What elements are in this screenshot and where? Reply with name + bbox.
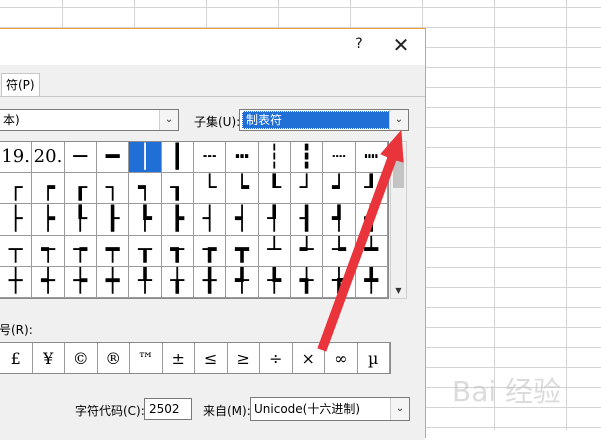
symbol-cell[interactable]: ┃ (161, 142, 194, 174)
symbol-cell[interactable]: ┨ (290, 204, 324, 236)
symbol-cell[interactable]: ┰ (129, 235, 162, 267)
scroll-thumb[interactable] (393, 158, 404, 188)
symbol-cell[interactable]: ┱ (161, 235, 194, 267)
symbol-cell[interactable]: ┈ (323, 142, 356, 174)
symbol-cell[interactable]: ┾ (64, 266, 97, 298)
symbol-cell[interactable]: ┿ (96, 266, 130, 298)
symbol-cell[interactable]: ┌ (0, 173, 33, 205)
subset-dropdown-value: 制表符 (242, 111, 390, 129)
symbol-cell[interactable]: ┠ (96, 204, 130, 236)
symbol-cell[interactable]: ╀ (129, 266, 162, 298)
symbol-cell[interactable]: ┬ (0, 235, 33, 267)
symbol-cell[interactable]: ┖ (258, 173, 291, 205)
chevron-down-icon[interactable]: ⌄ (390, 398, 409, 420)
symbol-cell[interactable]: ┶ (323, 235, 356, 267)
symbol-cell[interactable]: └ (193, 173, 227, 205)
symbol-cell[interactable]: ┍ (32, 173, 65, 205)
close-button[interactable]: ✕ (389, 33, 413, 57)
symbol-cell[interactable]: ╇ (355, 266, 388, 298)
symbol-grid-scrollbar[interactable]: ▲ ▼ (390, 141, 407, 299)
recent-symbol-cell[interactable]: © (65, 343, 98, 373)
chevron-down-icon[interactable]: ⌄ (389, 110, 408, 130)
scroll-up-icon[interactable]: ▲ (391, 142, 406, 156)
dialog-titlebar: ? ✕ (0, 29, 425, 65)
symbol-cell[interactable]: ┞ (64, 204, 97, 236)
symbol-cell[interactable]: ┯ (96, 235, 130, 267)
symbol-cell[interactable]: ┑ (129, 173, 162, 205)
recent-symbol-cell[interactable]: £ (0, 343, 33, 373)
recent-symbol-cell[interactable]: ∞ (325, 343, 358, 373)
font-dropdown-value: 本) (3, 113, 20, 127)
from-dropdown[interactable]: Unicode(十六进制) ⌄ (250, 397, 410, 421)
symbol-cell[interactable]: 20. (32, 142, 65, 174)
symbol-cell[interactable]: ╆ (323, 266, 356, 298)
symbol-dialog: ? ✕ 符(P) 本) ⌄ 子集(U): 制表符 ⌄ 19. 20. ─ ━ │ ┃ ┄ ┅ ┆… (0, 28, 426, 440)
recent-symbol-cell[interactable]: ® (98, 343, 130, 373)
symbol-cell[interactable]: │ (129, 142, 162, 174)
symbol-cell[interactable]: ╃ (226, 266, 259, 298)
symbol-cell[interactable]: ┐ (96, 173, 130, 205)
recent-symbol-cell[interactable]: µ (358, 343, 390, 373)
watermark-logo: Bai 经验 (452, 375, 562, 408)
symbol-cell[interactable]: ┮ (64, 235, 97, 267)
chevron-down-icon[interactable]: ⌄ (159, 110, 178, 130)
symbol-cell[interactable]: ┕ (226, 173, 259, 205)
recent-symbol-cell[interactable]: × (293, 343, 325, 373)
recent-symbol-cell[interactable]: ≥ (228, 343, 260, 373)
symbol-cell[interactable]: ┄ (193, 142, 227, 174)
symbol-cell[interactable]: ┘ (290, 173, 324, 205)
symbol-cell[interactable]: ┅ (226, 142, 259, 174)
tab-row: 符(P) (0, 73, 425, 97)
scroll-down-icon[interactable]: ▼ (391, 284, 406, 298)
symbol-cell[interactable]: ┒ (161, 173, 194, 205)
symbol-cell[interactable]: ┼ (0, 266, 33, 298)
symbol-cell[interactable]: ╅ (290, 266, 324, 298)
symbol-cell[interactable]: ┷ (355, 235, 388, 267)
symbol-cell[interactable]: ┝ (32, 204, 65, 236)
symbol-grid: 19. 20. ─ ━ │ ┃ ┄ ┅ ┆ ┇ ┈ ┉ ┌ ┍ ┎ ┐ ┑ ┒ └ ┕ ┖ ┘ ┙ ┚ ├ ┝ ┞ ┠ ┡ ┣ ┤ ┥ ┦ ┨ ┩ ┫… (0, 141, 389, 299)
from-dropdown-value: Unicode(十六进制) (254, 402, 361, 416)
symbol-cell[interactable]: ┩ (323, 204, 356, 236)
char-code-label: 字符代码(C): (75, 404, 145, 418)
symbol-cell[interactable]: ┳ (226, 235, 259, 267)
recent-symbol-cell[interactable]: ≤ (195, 343, 228, 373)
symbol-cell[interactable]: ┦ (258, 204, 291, 236)
subset-label: 子集(U): (194, 115, 241, 129)
symbol-cell[interactable]: ┆ (258, 142, 291, 174)
symbol-cell[interactable]: ┵ (290, 235, 324, 267)
symbol-cell[interactable]: ┽ (32, 266, 65, 298)
symbol-cell[interactable]: ╄ (258, 266, 291, 298)
symbol-cell[interactable]: ┥ (226, 204, 259, 236)
symbol-cell[interactable]: ┙ (323, 173, 356, 205)
symbol-cell[interactable]: ╁ (161, 266, 194, 298)
symbol-cell[interactable]: ┣ (161, 204, 194, 236)
symbol-cell[interactable]: ┚ (355, 173, 388, 205)
symbol-cell[interactable]: ┭ (32, 235, 65, 267)
recent-symbols-label: 号(R): (0, 323, 33, 337)
recent-symbol-cell[interactable]: ÷ (260, 343, 293, 373)
symbol-cell[interactable]: ━ (96, 142, 130, 174)
symbol-cell[interactable]: ┤ (193, 204, 227, 236)
symbol-cell[interactable]: ─ (64, 142, 97, 174)
symbol-cell[interactable]: ┎ (64, 173, 97, 205)
from-label: 来自(M): (203, 404, 251, 418)
symbol-cell[interactable]: ┲ (193, 235, 227, 267)
tab-special-characters[interactable]: 符(P) (1, 73, 40, 97)
symbol-cell[interactable]: ┡ (129, 204, 162, 236)
symbol-cell[interactable]: ├ (0, 204, 33, 236)
recent-symbols-row: £ ¥ © ® ™ ± ≤ ≥ ÷ × ∞ µ (0, 342, 391, 374)
symbol-cell[interactable]: ┉ (355, 142, 388, 174)
recent-symbol-cell[interactable]: ± (163, 343, 195, 373)
help-button[interactable]: ? (351, 36, 367, 56)
symbol-cell[interactable]: 19. (0, 142, 33, 174)
symbol-cell[interactable]: ┫ (355, 204, 388, 236)
symbol-cell[interactable]: ┇ (290, 142, 324, 174)
recent-symbol-cell[interactable]: ¥ (33, 343, 65, 373)
subset-dropdown[interactable]: 制表符 ⌄ (239, 109, 409, 131)
recent-symbol-cell[interactable]: ™ (130, 343, 163, 373)
char-code-input[interactable]: 2502 (144, 398, 192, 420)
symbol-cell[interactable]: ╂ (193, 266, 227, 298)
font-dropdown[interactable]: 本) ⌄ (0, 109, 179, 131)
symbol-cell[interactable]: ┴ (258, 235, 291, 267)
